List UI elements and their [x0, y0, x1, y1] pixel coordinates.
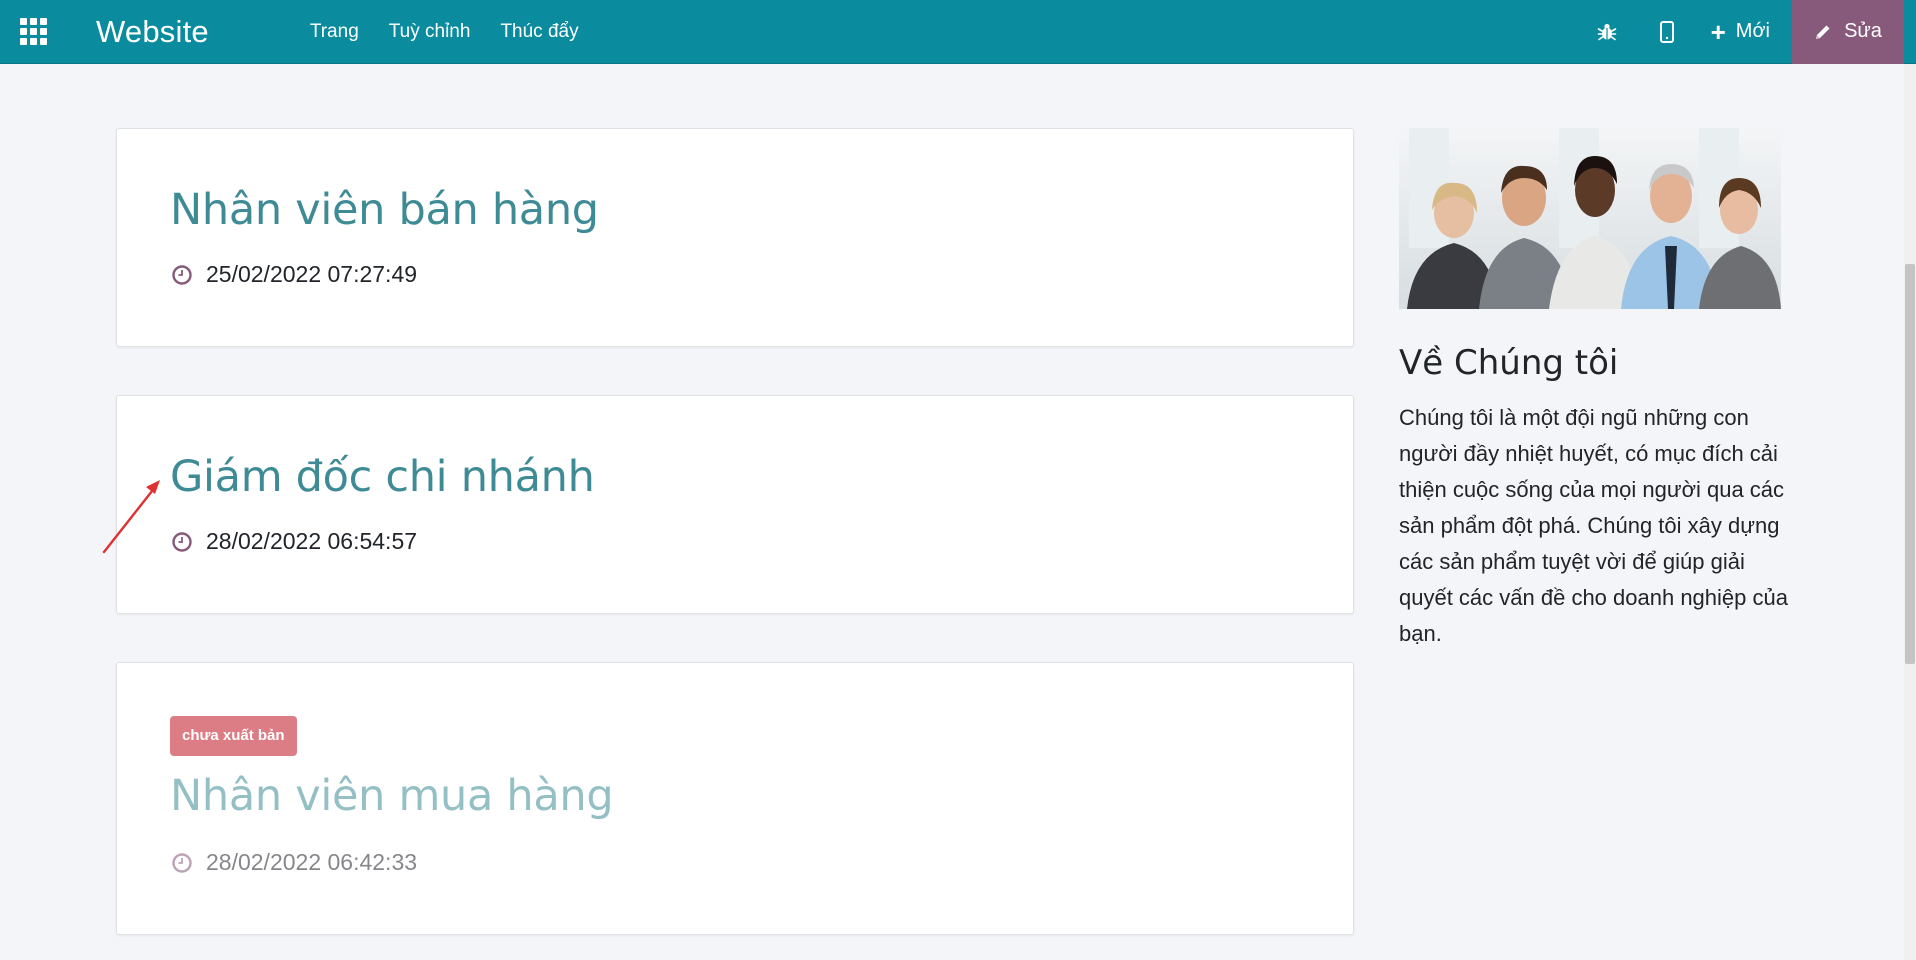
job-card[interactable]: Nhân viên bán hàng 25/02/2022 07:27:49	[116, 128, 1354, 347]
job-title-link[interactable]: Nhân viên mua hàng	[170, 771, 614, 821]
mobile-preview-button[interactable]	[1637, 0, 1697, 64]
job-card[interactable]: Giám đốc chi nhánh 28/02/2022 06:54:57	[116, 395, 1354, 614]
scrollbar-thumb[interactable]	[1905, 264, 1915, 664]
about-us-title: Về Chúng tôi	[1399, 343, 1619, 383]
app-brand[interactable]: Website	[96, 14, 209, 50]
job-date-text: 28/02/2022 06:42:33	[206, 849, 418, 875]
job-date: 28/02/2022 06:54:57	[172, 528, 417, 555]
plus-icon: +	[1710, 16, 1726, 47]
clock-icon	[172, 264, 192, 285]
job-title-link[interactable]: Nhân viên bán hàng	[170, 185, 599, 235]
clock-icon	[172, 852, 192, 873]
debug-button[interactable]	[1577, 0, 1637, 64]
job-date: 25/02/2022 07:27:49	[172, 261, 417, 288]
new-content-button[interactable]: + Mới	[1697, 0, 1792, 64]
menu-item-customize[interactable]: Tuỳ chỉnh	[374, 21, 486, 43]
unpublished-badge: chưa xuất bản	[170, 716, 297, 756]
bug-icon	[1597, 23, 1616, 40]
annotation-arrow-icon	[102, 480, 160, 554]
menu-item-promote[interactable]: Thúc đẩy	[485, 21, 593, 43]
job-date-text: 25/02/2022 07:27:49	[206, 261, 418, 287]
top-navbar: Website Trang Tuỳ chỉnh Thúc đẩy + Mới S…	[0, 0, 1916, 64]
pencil-icon	[1816, 25, 1830, 39]
navbar-actions: + Mới Sửa	[1577, 0, 1916, 64]
apps-menu-button[interactable]	[0, 0, 66, 64]
team-photo	[1399, 128, 1781, 309]
job-title-link[interactable]: Giám đốc chi nhánh	[170, 452, 595, 502]
new-label: Mới	[1735, 20, 1770, 42]
edit-button[interactable]: Sửa	[1792, 0, 1904, 64]
job-card[interactable]: chưa xuất bản Nhân viên mua hàng 28/02/2…	[116, 662, 1354, 935]
menu-item-pages[interactable]: Trang	[295, 21, 374, 43]
mobile-phone-icon	[1659, 20, 1674, 43]
main-menu: Trang Tuỳ chỉnh Thúc đẩy	[295, 21, 594, 43]
job-date: 28/02/2022 06:42:33	[172, 849, 417, 876]
edit-label: Sửa	[1844, 20, 1882, 42]
about-us-text: Chúng tôi là một đội ngũ những con người…	[1399, 405, 1788, 646]
clock-icon	[172, 531, 192, 552]
job-date-text: 28/02/2022 06:54:57	[206, 528, 418, 554]
apps-grid-icon	[19, 18, 47, 45]
